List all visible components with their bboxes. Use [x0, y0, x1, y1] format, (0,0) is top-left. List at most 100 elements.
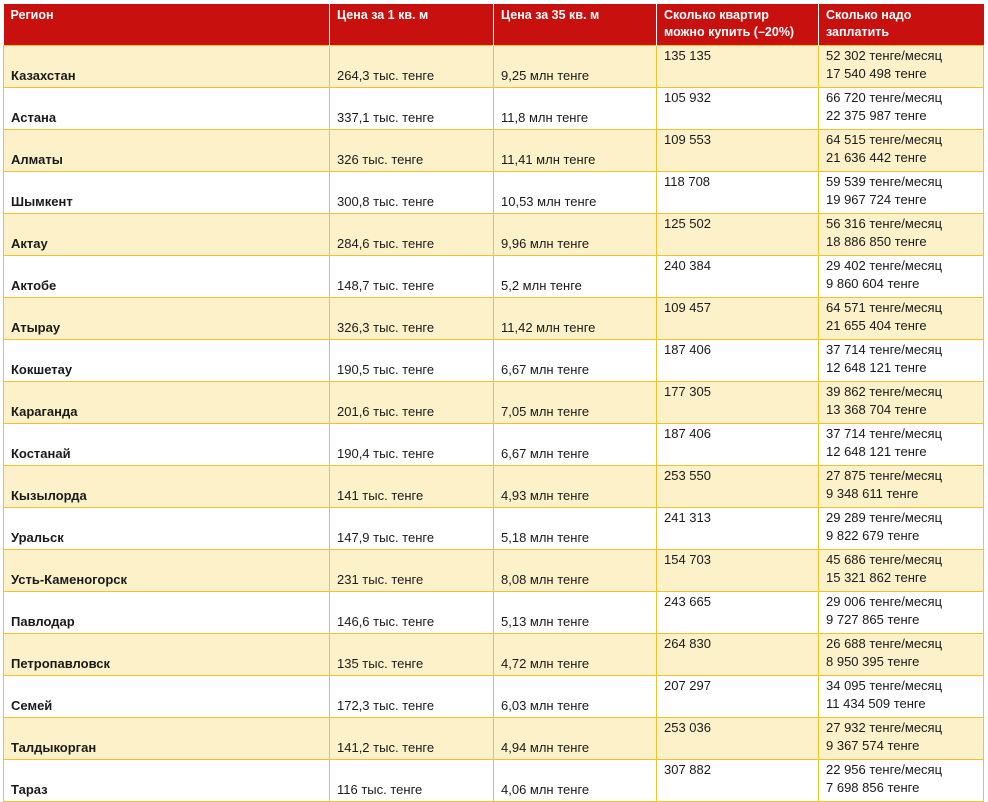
cell-payment-monthly: 66 720 тенге/месяц [826, 90, 943, 105]
cell-payment: 66 720 тенге/месяц 22 375 987 тенге [818, 87, 984, 130]
cell-payment-total: 11 434 509 тенге [826, 696, 926, 711]
cell-price-per-sqm: 135 тыс. тенге [329, 633, 494, 676]
cell-price-35-sqm: 9,25 млн тенге [493, 45, 657, 88]
table-row: Талдыкорган 141,2 тыс. тенге 4,94 млн тенг… [3, 717, 984, 760]
cell-region: Казахстан [3, 45, 330, 88]
cell-payment-monthly: 37 714 тенге/месяц [826, 426, 943, 441]
cell-price-35-sqm: 10,53 млн тенге [493, 171, 657, 214]
cell-payment-total: 18 886 850 тенге [826, 234, 927, 249]
cell-payment: 64 571 тенге/месяц 21 655 404 тенге [818, 297, 984, 340]
cell-payment: 39 862 тенге/месяц 13 368 704 тенге [818, 381, 984, 424]
header-price-35-sqm: Цена за 35 кв. м [493, 4, 657, 46]
cell-apartments-count: 207 297 [656, 675, 819, 718]
cell-price-per-sqm: 146,6 тыс. тенге [329, 591, 494, 634]
cell-apartments-count: 109 457 [656, 297, 819, 340]
cell-region: Павлодар [3, 591, 330, 634]
housing-price-table-container: Регион Цена за 1 кв. м Цена за 35 кв. м … [3, 4, 984, 802]
header-apartments-count-line1: Сколько квартир [664, 8, 769, 22]
table-header: Регион Цена за 1 кв. м Цена за 35 кв. м … [3, 4, 984, 46]
cell-payment-monthly: 29 402 тенге/месяц [826, 258, 943, 273]
cell-payment-total: 7 698 856 тенге [826, 780, 920, 795]
cell-price-35-sqm: 6,67 млн тенге [493, 423, 657, 466]
cell-apartments-count: 243 665 [656, 591, 819, 634]
cell-payment-monthly: 34 095 тенге/месяц [826, 678, 943, 693]
cell-payment: 27 875 тенге/месяц 9 348 611 тенге [818, 465, 984, 508]
cell-payment-total: 9 822 679 тенге [826, 528, 920, 543]
table-row: Семей 172,3 тыс. тенге 6,03 млн тенге 207 2… [3, 675, 984, 718]
cell-apartments-count: 154 703 [656, 549, 819, 592]
cell-price-per-sqm: 264,3 тыс. тенге [329, 45, 494, 88]
cell-apartments-count: 187 406 [656, 423, 819, 466]
cell-apartments-count: 118 708 [656, 171, 819, 214]
cell-price-per-sqm: 147,9 тыс. тенге [329, 507, 494, 550]
housing-price-table: Регион Цена за 1 кв. м Цена за 35 кв. м … [3, 4, 984, 802]
cell-apartments-count: 109 553 [656, 129, 819, 172]
cell-price-35-sqm: 6,03 млн тенге [493, 675, 657, 718]
cell-price-per-sqm: 300,8 тыс. тенге [329, 171, 494, 214]
cell-price-per-sqm: 116 тыс. тенге [329, 759, 494, 802]
cell-price-35-sqm: 7,05 млн тенге [493, 381, 657, 424]
cell-payment: 59 539 тенге/месяц 19 967 724 тенге [818, 171, 984, 214]
cell-payment-total: 21 655 404 тенге [826, 318, 927, 333]
cell-apartments-count: 264 830 [656, 633, 819, 676]
cell-apartments-count: 105 932 [656, 87, 819, 130]
cell-price-per-sqm: 284,6 тыс. тенге [329, 213, 494, 256]
cell-payment-total: 9 367 574 тенге [826, 738, 920, 753]
cell-price-35-sqm: 11,42 млн тенге [493, 297, 657, 340]
table-row: Кокшетау 190,5 тыс. тенге 6,67 млн тенге 18… [3, 339, 984, 382]
cell-price-per-sqm: 141,2 тыс. тенге [329, 717, 494, 760]
cell-region: Актобе [3, 255, 330, 298]
cell-region: Тараз [3, 759, 330, 802]
cell-region: Атырау [3, 297, 330, 340]
cell-payment-total: 17 540 498 тенге [826, 66, 927, 81]
cell-payment-total: 21 636 442 тенге [826, 150, 927, 165]
cell-payment-monthly: 26 688 тенге/месяц [826, 636, 943, 651]
cell-region: Алматы [3, 129, 330, 172]
table-row: Костанай 190,4 тыс. тенге 6,67 млн тенге 18… [3, 423, 984, 466]
cell-region: Астана [3, 87, 330, 130]
cell-apartments-count: 125 502 [656, 213, 819, 256]
cell-apartments-count: 187 406 [656, 339, 819, 382]
header-row: Регион Цена за 1 кв. м Цена за 35 кв. м … [3, 4, 984, 46]
cell-price-35-sqm: 11,8 млн тенге [493, 87, 657, 130]
cell-region: Петропавловск [3, 633, 330, 676]
cell-apartments-count: 177 305 [656, 381, 819, 424]
cell-payment: 29 402 тенге/месяц 9 860 604 тенге [818, 255, 984, 298]
cell-price-35-sqm: 4,93 млн тенге [493, 465, 657, 508]
cell-region: Костанай [3, 423, 330, 466]
cell-payment-total: 12 648 121 тенге [826, 360, 927, 375]
cell-payment-monthly: 37 714 тенге/месяц [826, 342, 943, 357]
cell-price-per-sqm: 148,7 тыс. тенге [329, 255, 494, 298]
cell-payment-monthly: 64 571 тенге/месяц [826, 300, 943, 315]
cell-price-per-sqm: 326,3 тыс. тенге [329, 297, 494, 340]
cell-region: Актау [3, 213, 330, 256]
cell-payment: 29 289 тенге/месяц 9 822 679 тенге [818, 507, 984, 550]
table-row: Караганда 201,6 тыс. тенге 7,05 млн тенге 1… [3, 381, 984, 424]
cell-payment-total: 8 950 395 тенге [826, 654, 920, 669]
cell-price-per-sqm: 326 тыс. тенге [329, 129, 494, 172]
cell-payment: 56 316 тенге/месяц 18 886 850 тенге [818, 213, 984, 256]
header-apartments-count: Сколько квартир можно купить (–20%) [656, 4, 819, 46]
cell-payment-total: 13 368 704 тенге [826, 402, 927, 417]
cell-payment-monthly: 45 686 тенге/месяц [826, 552, 943, 567]
cell-price-per-sqm: 172,3 тыс. тенге [329, 675, 494, 718]
cell-payment-monthly: 64 515 тенге/месяц [826, 132, 943, 147]
cell-payment-total: 19 967 724 тенге [826, 192, 927, 207]
cell-apartments-count: 253 036 [656, 717, 819, 760]
cell-price-35-sqm: 4,94 млн тенге [493, 717, 657, 760]
table-row: Павлодар 146,6 тыс. тенге 5,13 млн тенге 24… [3, 591, 984, 634]
cell-payment: 45 686 тенге/месяц 15 321 862 тенге [818, 549, 984, 592]
cell-payment: 29 006 тенге/месяц 9 727 865 тенге [818, 591, 984, 634]
table-row: Атырау 326,3 тыс. тенге 11,42 млн тенге 109… [3, 297, 984, 340]
table-row: Тараз 116 тыс. тенге 4,06 млн тенге 307 882… [3, 759, 984, 802]
cell-payment-total: 15 321 862 тенге [826, 570, 927, 585]
cell-price-35-sqm: 4,72 млн тенге [493, 633, 657, 676]
cell-price-35-sqm: 5,18 млн тенге [493, 507, 657, 550]
cell-region: Уральск [3, 507, 330, 550]
cell-region: Семей [3, 675, 330, 718]
table-body: Казахстан 264,3 тыс. тенге 9,25 млн тенге 1… [3, 45, 984, 802]
header-apartments-count-line2: можно купить (–20%) [664, 25, 795, 39]
cell-payment-total: 9 727 865 тенге [826, 612, 920, 627]
cell-payment: 64 515 тенге/месяц 21 636 442 тенге [818, 129, 984, 172]
cell-payment-total: 12 648 121 тенге [826, 444, 927, 459]
